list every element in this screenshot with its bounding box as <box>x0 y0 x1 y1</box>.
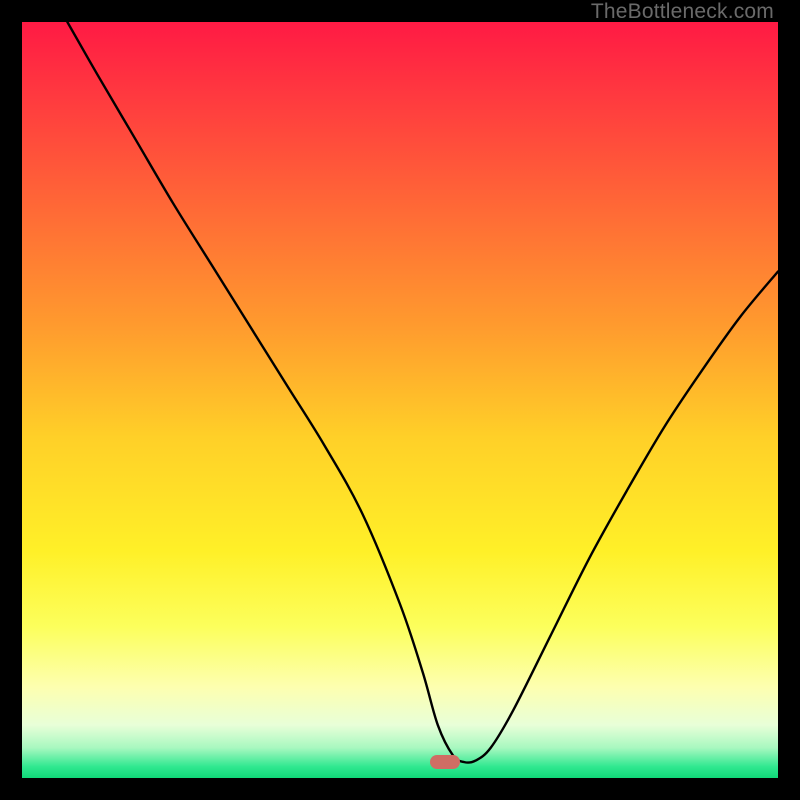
bottleneck-plot <box>22 22 778 778</box>
chart-frame <box>22 22 778 778</box>
watermark-text: TheBottleneck.com <box>591 0 774 24</box>
gradient-background <box>22 22 778 778</box>
optimal-marker <box>430 755 460 769</box>
